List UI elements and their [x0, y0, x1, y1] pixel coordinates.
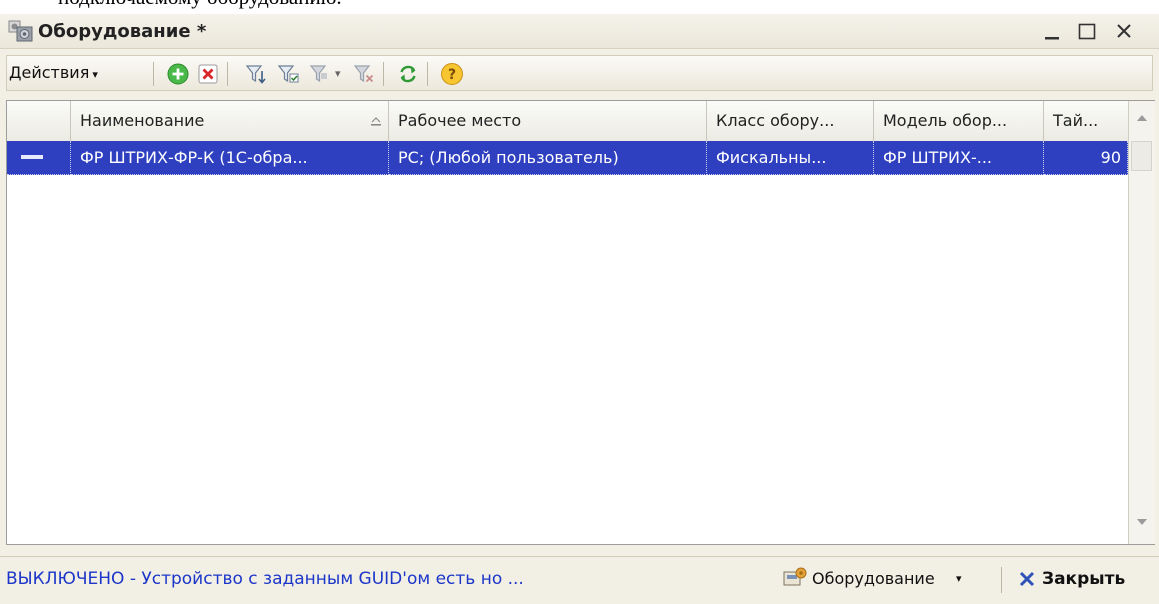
column-header-workplace[interactable]: Рабочее место	[389, 101, 707, 141]
equipment-table[interactable]: Наименование Рабочее место Класс обору..…	[6, 100, 1155, 545]
column-header-label: Тай...	[1053, 111, 1099, 130]
column-header-marker[interactable]	[7, 101, 71, 141]
toolbar-separator	[227, 62, 228, 86]
vertical-scrollbar[interactable]	[1128, 101, 1155, 544]
equipment-icon	[783, 567, 807, 586]
filter-icon[interactable]	[243, 61, 269, 87]
table-header: Наименование Рабочее место Класс обору..…	[7, 101, 1128, 142]
add-icon[interactable]	[165, 61, 191, 87]
svg-text:?: ?	[448, 67, 456, 83]
scroll-up-icon[interactable]	[1129, 101, 1155, 135]
column-header-timeout[interactable]: Тай...	[1044, 101, 1128, 141]
help-icon[interactable]: ?	[439, 61, 465, 87]
delete-icon[interactable]	[195, 61, 221, 87]
filter-menu-icon[interactable]	[307, 61, 333, 87]
cell-name[interactable]: ФР ШТРИХ-ФР-К (1С-обра...	[71, 141, 389, 175]
minimize-button[interactable]	[1039, 18, 1065, 44]
column-header-model[interactable]: Модель обор...	[874, 101, 1044, 141]
close-window-button[interactable]	[1111, 18, 1137, 44]
statusbar-separator	[1001, 567, 1002, 593]
chevron-down-icon: ▾	[956, 572, 962, 585]
close-button-label: Закрыть	[1042, 569, 1126, 589]
table-row[interactable]: ФР ШТРИХ-ФР-К (1С-обра... РС; (Любой пол…	[7, 141, 1128, 175]
gear-icon	[8, 20, 33, 42]
command-toolbar: Действия ▾ ▾ ?	[6, 55, 1153, 91]
actions-label: Действия	[9, 63, 90, 82]
close-icon	[1019, 571, 1035, 587]
column-header-label: Модель обор...	[883, 111, 1008, 130]
background-document-text: подключаемому оборудованию.	[0, 0, 1159, 14]
equipment-window: Оборудование * Действия ▾ ▾ ? Наименован…	[0, 14, 1159, 604]
cell-timeout[interactable]: 90	[1044, 141, 1128, 175]
background-text: подключаемому оборудованию.	[58, 0, 342, 10]
cell-model[interactable]: ФР ШТРИХ-...	[874, 141, 1044, 175]
scroll-down-icon[interactable]	[1129, 505, 1155, 539]
scrollbar-thumb[interactable]	[1131, 141, 1152, 171]
filter-by-value-icon[interactable]	[275, 61, 301, 87]
toolbar-separator	[427, 62, 428, 86]
cell-class[interactable]: Фискальны...	[707, 141, 874, 175]
column-header-name[interactable]: Наименование	[71, 101, 389, 141]
clear-filter-icon[interactable]	[351, 61, 377, 87]
column-header-label: Наименование	[80, 111, 205, 130]
row-marker-cell	[7, 141, 71, 175]
column-header-label: Рабочее место	[398, 111, 522, 130]
maximize-button[interactable]	[1074, 18, 1100, 44]
toolbar-separator	[383, 62, 384, 86]
row-state-icon	[21, 155, 43, 159]
actions-menu-button[interactable]: Действия ▾	[9, 63, 98, 82]
status-message: ВЫКЛЮЧЕНО - Устройство с заданным GUID'о…	[6, 569, 524, 589]
title-bar[interactable]: Оборудование *	[0, 14, 1159, 49]
chevron-down-icon: ▾	[92, 68, 98, 81]
equipment-button-label: Оборудование	[812, 569, 935, 588]
sort-ascending-icon	[371, 117, 381, 126]
window-title: Оборудование *	[38, 21, 207, 42]
status-bar: ВЫКЛЮЧЕНО - Устройство с заданным GUID'о…	[0, 556, 1159, 604]
chevron-down-icon[interactable]: ▾	[335, 67, 341, 80]
column-header-label: Класс обору...	[716, 111, 835, 130]
column-header-class[interactable]: Класс обору...	[707, 101, 874, 141]
refresh-icon[interactable]	[395, 61, 421, 87]
toolbar-separator	[153, 62, 154, 86]
cell-workplace[interactable]: РС; (Любой пользователь)	[389, 141, 707, 175]
